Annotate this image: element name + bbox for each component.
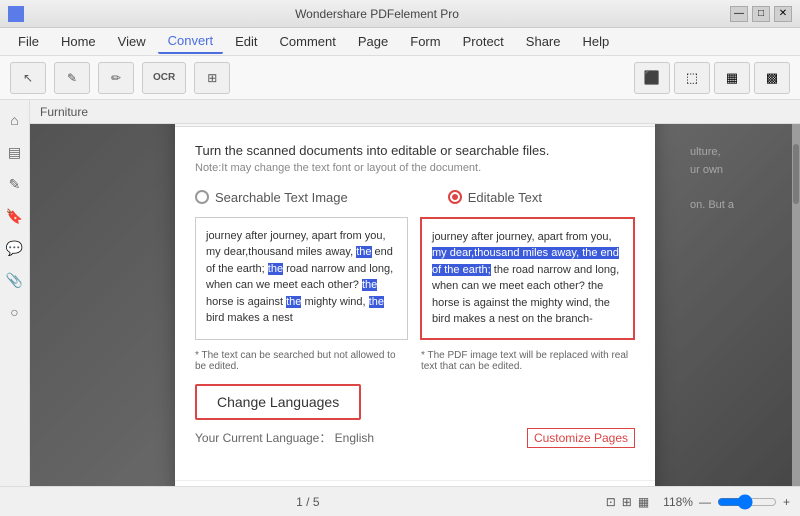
- dialog-overlay: ▤ Optical Character Recognition (OCR) ✕ …: [30, 124, 800, 486]
- sidebar-home-icon[interactable]: ⌂: [3, 108, 27, 132]
- option-searchable-label: Searchable Text Image: [215, 190, 348, 205]
- preview-notes: * The text can be searched but not allow…: [195, 350, 635, 372]
- toolbar-right-btn3[interactable]: ▦: [714, 62, 750, 94]
- toolbar-right-btn1[interactable]: ⬛: [634, 62, 670, 94]
- titlebar: Wondershare PDFelement Pro — □ ✕: [0, 0, 800, 28]
- sidebar-search-icon[interactable]: ○: [3, 300, 27, 324]
- preview-searchable: journey after journey, apart from you, m…: [195, 217, 408, 340]
- statusbar: 1 / 5 ⊡ ⊞ ▦ 118% — +: [0, 486, 800, 516]
- minimize-btn[interactable]: —: [730, 6, 748, 22]
- change-languages-section: Change Languages: [195, 384, 635, 428]
- app-icon: [8, 6, 24, 22]
- preview1-highlight2: the: [268, 263, 283, 275]
- breadcrumb-bar: Furniture: [30, 100, 800, 124]
- menu-edit[interactable]: Edit: [225, 30, 267, 53]
- sidebar-comment-icon[interactable]: 💬: [3, 236, 27, 260]
- statusbar-right: ⊡ ⊞ ▦ 118% — +: [606, 494, 790, 510]
- preview1-highlight5: the: [369, 296, 384, 308]
- breadcrumb-text: Furniture: [40, 105, 88, 119]
- edit-btn[interactable]: ✎: [54, 62, 90, 94]
- annotate-btn[interactable]: ✏: [98, 62, 134, 94]
- sidebar: ⌂ ▤ ✎ 🔖 💬 📎 ○: [0, 100, 30, 486]
- menubar: File Home View Convert Edit Comment Page…: [0, 28, 800, 56]
- select-tool-btn[interactable]: ↖: [10, 62, 46, 94]
- menu-file[interactable]: File: [8, 30, 49, 53]
- menu-share[interactable]: Share: [516, 30, 571, 53]
- toolbar-right-group: ⬛ ⬚ ▦ ▩: [634, 62, 790, 94]
- layout-btn3[interactable]: ▦: [638, 495, 649, 509]
- menu-comment[interactable]: Comment: [270, 30, 346, 53]
- menu-view[interactable]: View: [108, 30, 156, 53]
- preview2-text-start: journey after journey, apart from you,: [432, 231, 612, 243]
- preview-area: journey after journey, apart from you, m…: [195, 217, 635, 340]
- menu-convert[interactable]: Convert: [158, 29, 224, 54]
- sidebar-page-icon[interactable]: ▤: [3, 140, 27, 164]
- language-info-row: Your Current Language： English Customize…: [195, 428, 635, 448]
- sidebar-bookmark-icon[interactable]: 🔖: [3, 204, 27, 228]
- dialog-description: Turn the scanned documents into editable…: [195, 143, 635, 158]
- option-editable[interactable]: Editable Text: [448, 190, 542, 205]
- ocr-btn[interactable]: OCR: [142, 62, 186, 94]
- menu-page[interactable]: Page: [348, 30, 398, 53]
- sidebar-edit-icon[interactable]: ✎: [3, 172, 27, 196]
- restore-btn[interactable]: □: [752, 6, 770, 22]
- ocr-options: Searchable Text Image Editable Text: [195, 190, 635, 205]
- menu-home[interactable]: Home: [51, 30, 106, 53]
- zoom-slider[interactable]: [717, 494, 777, 510]
- change-languages-btn[interactable]: Change Languages: [195, 384, 361, 420]
- zoom-in-btn[interactable]: +: [783, 495, 790, 509]
- document-area: ulture, ur own on. But a ▤ Optic: [30, 124, 800, 486]
- window-title: Wondershare PDFelement Pro: [24, 7, 730, 21]
- close-btn[interactable]: ✕: [774, 6, 792, 22]
- note-editable: * The PDF image text will be replaced wi…: [421, 350, 635, 372]
- current-lang-area: Your Current Language： English: [195, 429, 374, 446]
- layout-btn1[interactable]: ⊡: [606, 495, 616, 509]
- zoom-out-btn[interactable]: —: [699, 495, 711, 509]
- menu-form[interactable]: Form: [400, 30, 450, 53]
- toolbar-right-btn4[interactable]: ▩: [754, 62, 790, 94]
- toolbar: ↖ ✎ ✏ OCR ⊞ ⬛ ⬚ ▦ ▩: [0, 56, 800, 100]
- dialog-footer: CANCEL OK: [175, 480, 655, 487]
- preview1-highlight3: the: [362, 279, 377, 291]
- window-controls: — □ ✕: [730, 6, 792, 22]
- ocr-dialog: ▤ Optical Character Recognition (OCR) ✕ …: [175, 124, 655, 486]
- preview-editable: journey after journey, apart from you, m…: [420, 217, 635, 340]
- preview1-highlight4: the: [286, 296, 301, 308]
- radio-searchable[interactable]: [195, 190, 209, 204]
- toolbar-right-btn2[interactable]: ⬚: [674, 62, 710, 94]
- note-searchable: * The text can be searched but not allow…: [195, 350, 409, 372]
- menu-protect[interactable]: Protect: [453, 30, 514, 53]
- titlebar-left: [8, 6, 24, 22]
- sidebar-attach-icon[interactable]: 📎: [3, 268, 27, 292]
- dialog-body: Turn the scanned documents into editable…: [175, 127, 655, 480]
- option-editable-label: Editable Text: [468, 190, 542, 205]
- page-info: 1 / 5: [296, 495, 319, 509]
- toolbar-extra-btn[interactable]: ⊞: [194, 62, 230, 94]
- zoom-level: 118%: [663, 495, 693, 509]
- radio-editable[interactable]: [448, 190, 462, 204]
- radio-editable-inner: [452, 194, 458, 200]
- current-lang-label: Your Current Language：: [195, 431, 331, 445]
- option-searchable[interactable]: Searchable Text Image: [195, 190, 348, 205]
- customize-pages-link[interactable]: Customize Pages: [527, 428, 635, 448]
- preview1-highlight1: the: [356, 246, 371, 258]
- dialog-note: Note:It may change the text font or layo…: [195, 162, 635, 174]
- current-lang-value: English: [335, 431, 374, 445]
- menu-help[interactable]: Help: [573, 30, 620, 53]
- layout-btn2[interactable]: ⊞: [622, 495, 632, 509]
